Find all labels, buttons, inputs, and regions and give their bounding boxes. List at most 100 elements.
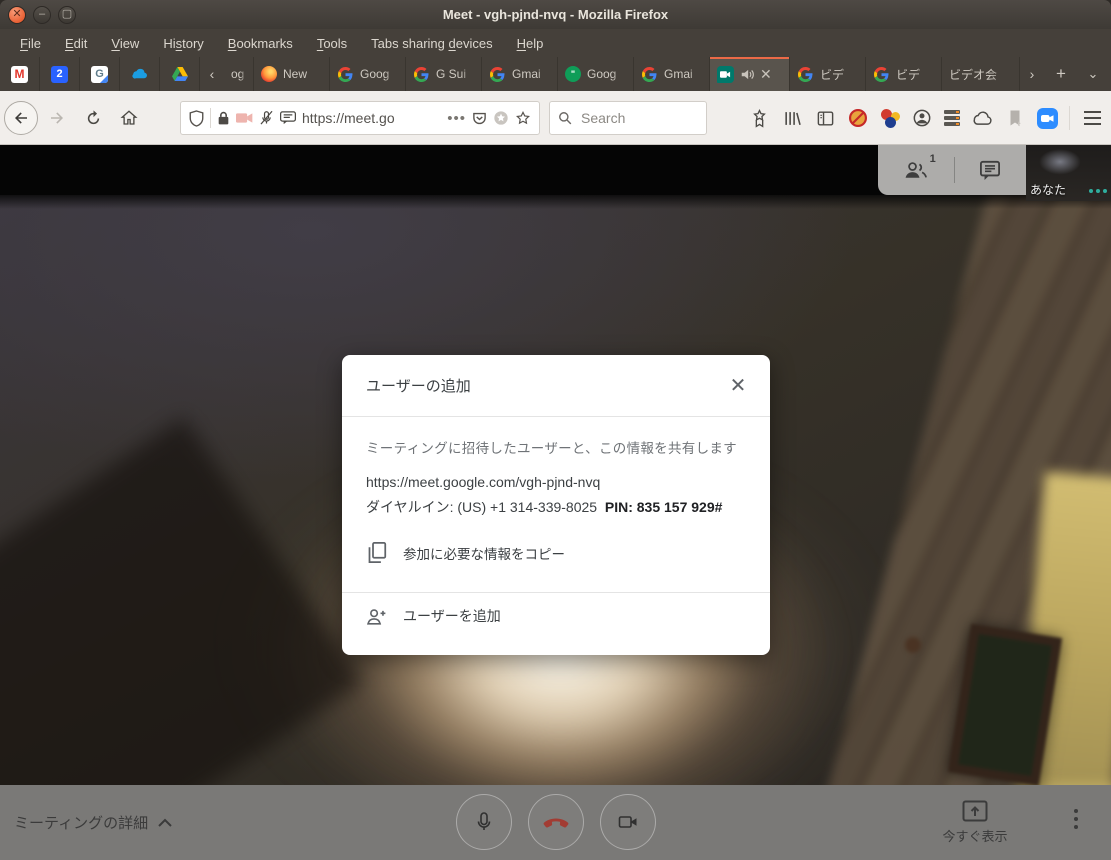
url-text[interactable]: https://meet.go [302, 110, 441, 126]
tab-scroll-right-button[interactable]: › [1020, 57, 1044, 91]
tab-overflow-fragment[interactable]: og [224, 57, 254, 91]
google-g-icon [489, 66, 506, 83]
microphone-blocked-icon[interactable] [259, 110, 274, 126]
google-g-icon [413, 66, 430, 83]
google-g-icon [797, 66, 814, 83]
bookmark-flag-disabled-icon[interactable] [1004, 107, 1026, 129]
all-tabs-dropdown-button[interactable]: ⌄ [1078, 57, 1108, 91]
self-video-thumbnail[interactable]: あなた [1026, 145, 1111, 201]
pinned-tab-drive[interactable] [160, 57, 200, 91]
search-bar[interactable] [549, 101, 707, 135]
copy-joining-info-button[interactable]: 参加に必要な情報をコピー [366, 541, 746, 564]
calendar-icon: 2 [51, 66, 68, 83]
translate-icon: G [91, 66, 108, 83]
tab-meet-active[interactable]: ✕ [710, 57, 790, 91]
menu-bookmarks[interactable]: Bookmarks [218, 32, 303, 55]
self-options-icon[interactable] [1089, 189, 1107, 193]
camera-in-use-icon[interactable] [236, 112, 253, 124]
add-users-dialog: ユーザーの追加 ✕ ミーティングに招待したユーザーと、この情報を共有します ht… [342, 355, 770, 655]
tab-hangouts[interactable]: " Goog [558, 57, 634, 91]
bookmark-star-icon[interactable] [515, 110, 531, 126]
cloud-icon[interactable] [971, 107, 993, 129]
menu-help[interactable]: Help [507, 32, 554, 55]
zoom-icon[interactable] [1037, 108, 1058, 129]
noscript-icon[interactable] [847, 107, 869, 129]
share-info-text: ミーティングに招待したユーザーと、この情報を共有します [366, 437, 746, 457]
tab-video-2[interactable]: ビデ [866, 57, 942, 91]
self-label: あなた [1030, 181, 1066, 198]
menu-file[interactable]: File [10, 32, 51, 55]
meet-page: あなた 1 ユーザーの追加 ✕ ミーティングに招待したユーザーと、この情報を共有… [0, 145, 1111, 860]
home-button[interactable] [112, 101, 146, 135]
more-options-icon[interactable] [1074, 809, 1078, 829]
pinned-tab-calendar[interactable]: 2 [40, 57, 80, 91]
tab-gmail-1[interactable]: Gmai [482, 57, 558, 91]
menu-history[interactable]: History [153, 32, 213, 55]
forward-button[interactable] [40, 101, 74, 135]
tab-video-1[interactable]: ビデ [790, 57, 866, 91]
meet-top-panel: 1 [878, 145, 1026, 195]
add-users-button[interactable]: ユーザーを追加 [366, 606, 501, 626]
pinned-tab-gmail[interactable]: M [0, 57, 40, 91]
meet-bottom-bar: ミーティングの詳細 今すぐ表示 [0, 785, 1111, 860]
google-g-icon [641, 66, 658, 83]
curtain-rod-knob [905, 637, 921, 653]
navigation-toolbar: https://meet.go ••• [0, 91, 1111, 145]
meeting-details-button[interactable]: ミーティングの詳細 [14, 785, 172, 860]
extension-star-badge-icon[interactable] [493, 110, 509, 126]
page-actions-icon[interactable]: ••• [447, 110, 466, 127]
chat-button[interactable] [979, 160, 1001, 180]
menu-edit[interactable]: Edit [55, 32, 97, 55]
extension-balls-icon[interactable] [880, 108, 900, 128]
pocket-icon[interactable] [472, 111, 487, 126]
hang-up-button[interactable] [528, 794, 584, 850]
bookmark-ribbon-icon[interactable] [748, 107, 770, 129]
tab-bar: M 2 G ‹ og New Goog [0, 57, 1111, 91]
present-icon [962, 800, 988, 822]
person-add-icon [366, 608, 387, 625]
search-input[interactable] [579, 109, 698, 127]
dialog-close-icon[interactable]: ✕ [726, 375, 750, 399]
search-icon [558, 111, 572, 125]
back-button[interactable] [4, 101, 38, 135]
pinned-tab-translate[interactable]: G [80, 57, 120, 91]
dialin-line: ダイヤルイン: (US) +1 314-339-8025 PIN: 835 15… [366, 497, 746, 517]
sidebar-icon[interactable] [814, 107, 836, 129]
account-icon[interactable] [911, 107, 933, 129]
microphone-button[interactable] [456, 794, 512, 850]
menu-bar: File Edit View History Bookmarks Tools T… [0, 29, 1111, 57]
menu-tools[interactable]: Tools [307, 32, 357, 55]
menu-tabs-sharing-devices[interactable]: Tabs sharing devices [361, 32, 502, 55]
url-bar[interactable]: https://meet.go ••• [180, 101, 540, 135]
menu-hamburger-icon[interactable] [1084, 111, 1101, 125]
camera-button[interactable] [600, 794, 656, 850]
tab-new[interactable]: New [254, 57, 330, 91]
dialog-title: ユーザーの追加 [366, 375, 471, 396]
pinned-tab-onedrive[interactable] [120, 57, 160, 91]
server-stack-icon[interactable] [944, 110, 960, 126]
tab-gmail-2[interactable]: Gmai [634, 57, 710, 91]
reload-button[interactable] [76, 101, 110, 135]
onedrive-cloud-icon [131, 66, 148, 83]
window-title: Meet - vgh-pjnd-nvq - Mozilla Firefox [0, 7, 1111, 22]
tab-audio-icon[interactable] [740, 68, 754, 81]
urlbar-separator [210, 108, 211, 128]
participants-count: 1 [930, 153, 936, 165]
tracking-protection-shield-icon[interactable] [189, 110, 204, 127]
toolbar-icons [748, 101, 1101, 135]
firefox-icon [261, 66, 277, 82]
notification-bubble-icon[interactable] [280, 111, 296, 125]
library-icon[interactable] [781, 107, 803, 129]
new-tab-button[interactable]: + [1044, 57, 1078, 91]
tab-gsuite[interactable]: G Sui [406, 57, 482, 91]
meeting-link: https://meet.google.com/vgh-pjnd-nvq [366, 474, 746, 490]
tab-scroll-left-button[interactable]: ‹ [200, 57, 224, 91]
menu-view[interactable]: View [101, 32, 149, 55]
tab-video-3[interactable]: ビデオ会 [942, 57, 1020, 91]
participants-button[interactable]: 1 [903, 160, 929, 180]
window-titlebar: ✕ – ▢ Meet - vgh-pjnd-nvq - Mozilla Fire… [0, 0, 1111, 29]
tab-google-1[interactable]: Goog [330, 57, 406, 91]
tab-close-icon[interactable]: ✕ [760, 67, 772, 81]
present-now-button[interactable]: 今すぐ表示 [930, 785, 1020, 860]
lock-icon[interactable] [217, 111, 230, 126]
